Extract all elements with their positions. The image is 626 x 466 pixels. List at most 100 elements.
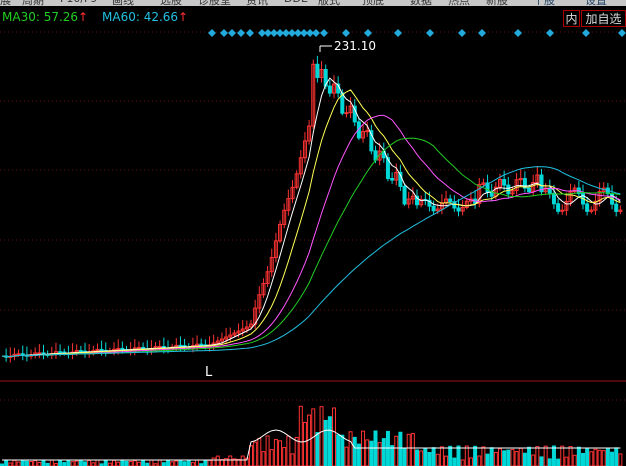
candlestick bbox=[502, 179, 507, 186]
volume-bar bbox=[207, 459, 212, 466]
volume-bar bbox=[186, 459, 191, 466]
volume-bar bbox=[315, 432, 320, 466]
volume-bar bbox=[253, 441, 258, 466]
volume-bar bbox=[423, 448, 428, 466]
volume-bar bbox=[240, 455, 245, 466]
volume-bar bbox=[128, 460, 133, 466]
volume-bar bbox=[78, 460, 83, 466]
volume-bar bbox=[265, 435, 270, 466]
candlestick bbox=[178, 344, 183, 347]
volume-bar bbox=[132, 460, 137, 466]
volume-bar bbox=[618, 453, 623, 466]
volume-bar bbox=[365, 439, 370, 466]
volume-bar bbox=[20, 460, 25, 466]
candlestick bbox=[556, 203, 561, 212]
volume-bar bbox=[510, 448, 515, 466]
candlestick bbox=[37, 352, 42, 355]
volume-bar bbox=[373, 430, 378, 466]
volume-bar bbox=[473, 445, 478, 466]
volume-bar bbox=[439, 446, 444, 466]
diamond-icon bbox=[394, 29, 402, 37]
volume-bar bbox=[336, 434, 341, 466]
volume-bar bbox=[415, 449, 419, 466]
volume-bar bbox=[219, 459, 224, 466]
volume-bar bbox=[485, 453, 490, 466]
volume-bar bbox=[539, 456, 544, 466]
candlestick bbox=[78, 350, 83, 353]
volume-bar bbox=[556, 458, 561, 466]
kline-chart[interactable]: 231.10 L bbox=[0, 0, 626, 466]
volume-bar bbox=[24, 460, 29, 466]
volume-bar bbox=[33, 460, 38, 466]
candlestick bbox=[58, 351, 63, 354]
volume-bar bbox=[103, 459, 108, 466]
candlestick bbox=[402, 185, 407, 205]
diamond-icon bbox=[458, 29, 466, 37]
diamond-icon bbox=[246, 29, 254, 37]
volume-bar bbox=[498, 448, 502, 466]
candlestick bbox=[99, 348, 104, 351]
ma60-value: MA60: 42.66 bbox=[102, 10, 179, 24]
volume-bar bbox=[614, 447, 619, 466]
volume-bar bbox=[286, 435, 291, 466]
volume-bar bbox=[448, 445, 453, 466]
volume-bar bbox=[249, 445, 253, 466]
ma20-line bbox=[1, 114, 621, 358]
volume-bar bbox=[120, 460, 125, 466]
volume-bar bbox=[302, 421, 307, 466]
diamond-icon bbox=[514, 29, 522, 37]
diamond-icon bbox=[320, 29, 328, 37]
volume-bar bbox=[514, 451, 519, 466]
diamond-icon bbox=[582, 29, 590, 37]
volume-bar bbox=[136, 461, 141, 466]
candlestick bbox=[315, 63, 320, 78]
diamond-icon bbox=[220, 29, 228, 37]
volume-bar bbox=[4, 459, 9, 466]
volume-bar bbox=[506, 449, 511, 466]
volume-bar bbox=[489, 447, 494, 466]
volume-bar bbox=[535, 446, 540, 466]
volume-bar bbox=[37, 461, 42, 466]
diamond-icon bbox=[426, 29, 434, 37]
add-watchlist-button[interactable]: 加自选 bbox=[581, 10, 626, 27]
candlestick bbox=[614, 203, 619, 212]
volume-bar bbox=[390, 445, 395, 466]
candlestick bbox=[431, 205, 436, 212]
volume-bar bbox=[352, 436, 357, 466]
diamond-icon bbox=[312, 29, 320, 37]
volume-bar bbox=[195, 459, 200, 466]
volume-bar bbox=[323, 419, 328, 466]
candlestick bbox=[506, 184, 511, 195]
volume-bar bbox=[319, 406, 324, 466]
ma5-line bbox=[1, 77, 621, 358]
volume-bar bbox=[116, 461, 121, 466]
volume-bar bbox=[203, 459, 208, 466]
volume-bar bbox=[157, 459, 162, 466]
volume-bar bbox=[597, 449, 602, 466]
volume-bar bbox=[585, 447, 590, 466]
volume-bar bbox=[327, 416, 332, 466]
ma60-up-arrow-icon: ↑ bbox=[178, 10, 189, 24]
candlestick bbox=[365, 130, 370, 133]
diamond-icon bbox=[364, 29, 372, 37]
diamond-icon bbox=[546, 29, 554, 37]
volume-bar bbox=[211, 457, 216, 466]
volume-bar bbox=[377, 442, 382, 466]
ma30-up-arrow-icon: ↑ bbox=[78, 10, 89, 24]
candlestick bbox=[199, 343, 204, 346]
candlestick bbox=[344, 112, 349, 115]
volume-bar bbox=[410, 433, 415, 466]
volume-bar bbox=[66, 459, 71, 466]
volume-bar bbox=[531, 454, 536, 466]
volume-bar bbox=[547, 458, 552, 466]
volume-bar bbox=[522, 452, 527, 466]
volume-bar bbox=[493, 451, 498, 466]
candlestick bbox=[448, 198, 453, 203]
diamond-icon bbox=[618, 29, 626, 37]
volume-bar bbox=[332, 407, 336, 466]
volume-bar bbox=[170, 461, 175, 466]
volume-bar bbox=[477, 455, 482, 466]
candlestick bbox=[116, 347, 121, 350]
candlestick bbox=[547, 187, 552, 194]
nei-button[interactable]: 内 bbox=[563, 10, 580, 27]
